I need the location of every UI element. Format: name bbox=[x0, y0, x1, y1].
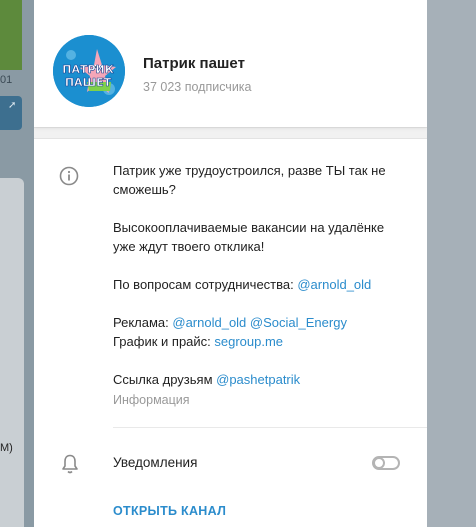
info-icon bbox=[59, 166, 79, 186]
svg-text:ПАТРИК: ПАТРИК bbox=[62, 63, 113, 76]
channel-info-dialog: ПАТРИК ПАШЕТ Патрик пашет 37 023 подписч… bbox=[34, 0, 427, 527]
background-thumbnail bbox=[0, 0, 22, 70]
friends-line: Ссылка друзьям @pashetpatrik bbox=[113, 370, 407, 389]
notifications-row[interactable]: Уведомления bbox=[34, 428, 427, 500]
patrick-logo-icon: ПАТРИК ПАШЕТ bbox=[53, 35, 125, 107]
info-section: Патрик уже трудоустроился, разве ТЫ так … bbox=[34, 139, 427, 427]
social-energy-link[interactable]: @Social_Energy bbox=[250, 315, 347, 330]
ads-arnold-old-link[interactable]: @arnold_old bbox=[172, 315, 246, 330]
info-caption: Информация bbox=[113, 393, 190, 407]
arnold-old-link[interactable]: @arnold_old bbox=[297, 277, 371, 292]
channel-header: ПАТРИК ПАШЕТ Патрик пашет 37 023 подписч… bbox=[34, 0, 427, 127]
cooperation-line: По вопросам сотрудничества: @arnold_old bbox=[113, 275, 407, 294]
background-text-fragment: M) bbox=[0, 442, 13, 454]
notifications-label: Уведомления bbox=[113, 455, 198, 470]
notifications-toggle[interactable] bbox=[372, 456, 400, 470]
toggle-knob bbox=[373, 457, 385, 469]
background-card bbox=[0, 178, 24, 527]
ads-block: Реклама: @arnold_old @Social_Energy Графи… bbox=[113, 313, 407, 351]
svg-text:ПАШЕТ: ПАШЕТ bbox=[65, 76, 112, 89]
open-channel-button[interactable]: ОТКРЫТЬ КАНАЛ bbox=[113, 504, 226, 518]
background-app-panel-right bbox=[427, 0, 476, 527]
description-line: Патрик уже трудоустроился, разве ТЫ так … bbox=[113, 163, 386, 197]
subscriber-count: 37 023 подписчика bbox=[143, 80, 252, 94]
cooperation-label: По вопросам сотрудничества: bbox=[113, 277, 298, 292]
section-separator bbox=[34, 127, 427, 139]
bell-icon bbox=[62, 454, 78, 474]
price-label: График и прайс: bbox=[113, 334, 215, 349]
background-text-fragment: 01 bbox=[0, 74, 13, 86]
segroup-link[interactable]: segroup.me bbox=[214, 334, 283, 349]
channel-name: Патрик пашет bbox=[143, 55, 245, 72]
expand-arrow-icon: ➚ bbox=[8, 100, 17, 111]
ads-label: Реклама: bbox=[113, 315, 173, 330]
friends-label: Ссылка друзьям bbox=[113, 372, 217, 387]
pashetpatrik-link[interactable]: @pashetpatrik bbox=[216, 372, 300, 387]
channel-avatar[interactable]: ПАТРИК ПАШЕТ bbox=[53, 35, 125, 107]
description-line: Высокооплачиваемые вакансии на удалёнке … bbox=[113, 220, 385, 254]
